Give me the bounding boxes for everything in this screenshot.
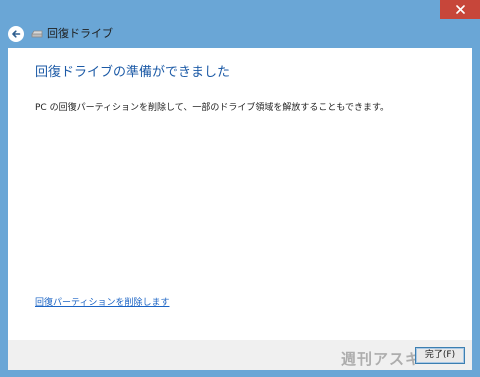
delete-recovery-partition-link[interactable]: 回復パーティションを削除します [35, 296, 169, 310]
close-icon [455, 5, 465, 14]
back-button[interactable] [8, 26, 24, 42]
drive-icon [31, 30, 43, 38]
description-text: PC の回復パーティションを削除して、一部のドライブ領域を解放することもできます… [35, 103, 390, 113]
window-title: 回復ドライブ [47, 27, 113, 40]
content-panel: 回復ドライブの準備ができました PC の回復パーティションを削除して、一部のドラ… [8, 48, 472, 340]
recovery-drive-window: 回復ドライブ 回復ドライブの準備ができました PC の回復パーティションを削除し… [0, 0, 480, 377]
back-arrow-icon [12, 30, 21, 38]
finish-button[interactable]: 完了(F) [415, 347, 465, 364]
page-heading: 回復ドライブの準備ができました [35, 65, 231, 80]
close-button[interactable] [440, 0, 480, 19]
title-bar[interactable] [0, 0, 480, 26]
navigation-bar: 回復ドライブ [0, 26, 480, 48]
footer-bar: 週刊アスキー 完了(F) [8, 340, 472, 370]
